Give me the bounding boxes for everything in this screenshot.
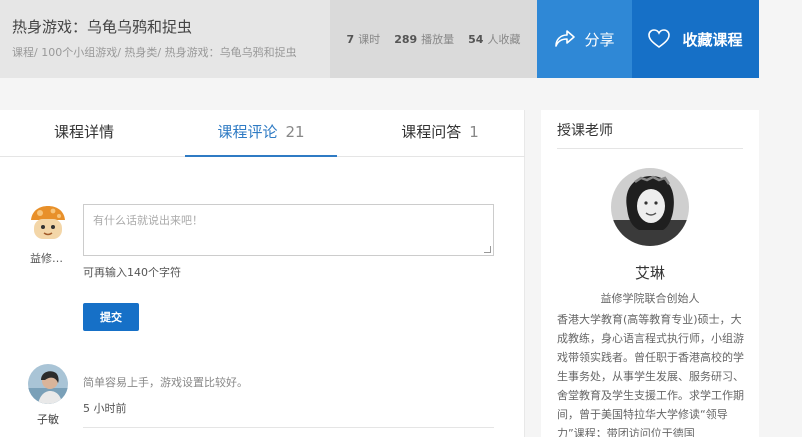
comments-count: 21: [285, 123, 305, 141]
tab-course-qa[interactable]: 课程问答 1: [355, 110, 525, 157]
teacher-role: 益修学院联合创始人: [600, 292, 700, 305]
favorite-label: 收藏课程: [682, 30, 743, 49]
comment-item: 子敏 简单容易上手，游戏设置比较好。 5 小时前: [0, 360, 525, 437]
commenter-avatar: [28, 364, 68, 404]
tab-bar: 课程详情 课程评论 21 课程问答 1: [0, 110, 525, 157]
course-info: 热身游戏：乌龟乌鸦和捉虫 课程/ 100个小组游戏/ 热身类/ 热身游戏：乌龟乌…: [0, 0, 330, 78]
course-header: 热身游戏：乌龟乌鸦和捉虫 课程/ 100个小组游戏/ 热身类/ 热身游戏：乌龟乌…: [0, 0, 759, 78]
share-icon: [554, 29, 576, 49]
share-button[interactable]: 分享: [537, 0, 632, 78]
current-user-avatar: [28, 206, 68, 242]
stat-lessons: 7 课时: [346, 33, 381, 46]
main-panel: 课程详情 课程评论21 课程问答1 益修… 可再输入140个字符 提交: [0, 110, 525, 437]
teacher-avatar: [611, 168, 689, 246]
current-user-name: 益修…: [30, 252, 63, 265]
stat-favorites: 54 人收藏: [468, 33, 521, 46]
comment-divider: [83, 427, 494, 428]
heart-icon: [648, 29, 671, 49]
tab-course-details[interactable]: 课程详情: [0, 110, 168, 157]
sidebar-divider: [557, 148, 743, 149]
share-label: 分享: [584, 30, 615, 49]
favorite-course-button[interactable]: 收藏课程: [632, 0, 759, 78]
qa-count: 1: [469, 123, 479, 141]
comment-time: 5 小时前: [83, 402, 127, 415]
submit-button[interactable]: 提交: [83, 303, 139, 331]
comment-text: 简单容易上手，游戏设置比较好。: [83, 376, 248, 389]
breadcrumb: 课程/ 100个小组游戏/ 热身类/ 热身游戏：乌龟乌鸦和捉虫: [12, 46, 297, 59]
tab-course-comments[interactable]: 课程评论 21: [185, 110, 337, 157]
char-remaining-hint: 可再输入140个字符: [83, 266, 181, 279]
teacher-name: 艾琳: [634, 264, 665, 282]
course-stats: 7 课时 289 播放量 54 人收藏: [330, 0, 537, 78]
resize-handle[interactable]: [484, 246, 491, 253]
teacher-sidebar: 授课老师 艾琳 益修学院联合创始人 香港大学教育(高等教育专业)硕士，大成教练，…: [541, 110, 759, 437]
stat-plays: 289 播放量: [394, 33, 455, 46]
commenter-name: 子敏: [37, 413, 59, 426]
teacher-bio: 香港大学教育(高等教育专业)硕士，大成教练，身心语言程式执行师，小组游戏带领实践…: [557, 313, 744, 437]
comment-input-box[interactable]: [83, 204, 494, 256]
sidebar-title: 授课老师: [557, 123, 613, 139]
comment-input[interactable]: [93, 212, 484, 248]
course-title: 热身游戏：乌龟乌鸦和捉虫: [12, 18, 193, 36]
